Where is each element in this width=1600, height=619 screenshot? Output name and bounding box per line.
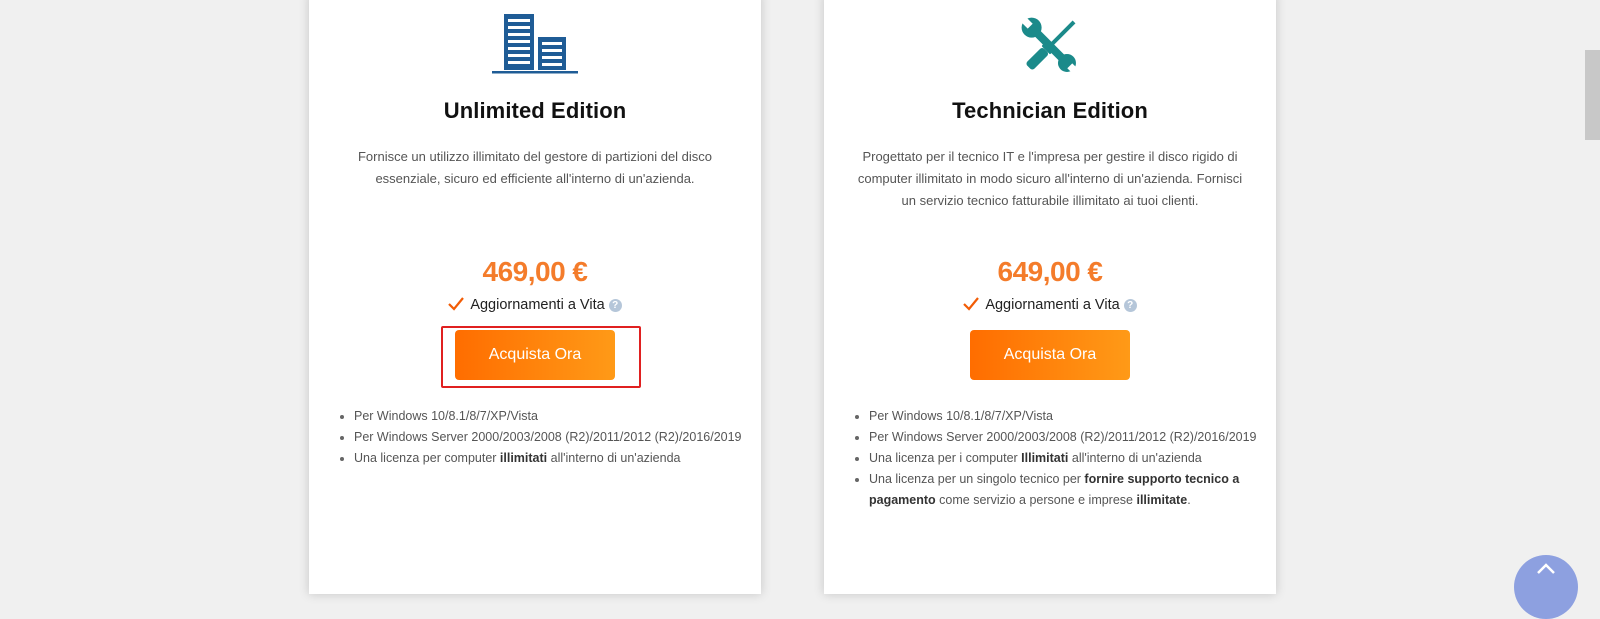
- feature-item: Per Windows 10/8.1/8/7/XP/Vista: [869, 406, 1269, 427]
- back-to-top-button[interactable]: [1514, 555, 1578, 619]
- help-icon[interactable]: ?: [608, 299, 622, 312]
- chevron-up-icon: [1537, 563, 1555, 574]
- help-icon[interactable]: ?: [1123, 299, 1137, 312]
- card-description: Progettato per il tecnico IT e l'impresa…: [857, 149, 1243, 208]
- feature-item: Per Windows 10/8.1/8/7/XP/Vista: [354, 406, 754, 427]
- card-title: Technician Edition: [952, 98, 1148, 123]
- price: 469,00 €: [482, 256, 589, 287]
- lifetime-updates-label: Aggiornamenti a Vita: [470, 297, 605, 313]
- pricing-card-unlimited: Unlimited Edition Fornisce un utilizzo i…: [309, 0, 761, 594]
- lifetime-updates: Aggiornamenti a Vita?: [824, 297, 1276, 315]
- feature-item: Una licenza per i computer Illimitati al…: [869, 448, 1269, 469]
- lifetime-updates-label: Aggiornamenti a Vita: [985, 297, 1120, 313]
- pricing-card-technician: Technician Edition Progettato per il tec…: [824, 0, 1276, 594]
- buy-now-button[interactable]: Acquista Ora: [970, 330, 1130, 380]
- price: 649,00 €: [997, 256, 1104, 287]
- feature-item: Per Windows Server 2000/2003/2008 (R2)/2…: [869, 427, 1269, 448]
- feature-item: Una licenza per computer illimitati all'…: [354, 448, 754, 469]
- buy-now-button[interactable]: Acquista Ora: [455, 330, 615, 380]
- check-icon: [963, 297, 980, 315]
- card-description: Fornisce un utilizzo illimitato del gest…: [357, 149, 713, 186]
- tools-icon: [1005, 10, 1095, 80]
- check-icon: [448, 297, 465, 315]
- feature-list: Per Windows 10/8.1/8/7/XP/VistaPer Windo…: [854, 406, 1269, 511]
- feature-item: Una licenza per un singolo tecnico per f…: [869, 469, 1269, 511]
- scrollbar-thumb[interactable]: [1585, 50, 1600, 140]
- card-title: Unlimited Edition: [443, 98, 627, 123]
- feature-item: Per Windows Server 2000/2003/2008 (R2)/2…: [354, 427, 754, 448]
- feature-list: Per Windows 10/8.1/8/7/XP/VistaPer Windo…: [339, 406, 754, 469]
- lifetime-updates: Aggiornamenti a Vita?: [309, 297, 761, 315]
- building-icon: [490, 10, 580, 80]
